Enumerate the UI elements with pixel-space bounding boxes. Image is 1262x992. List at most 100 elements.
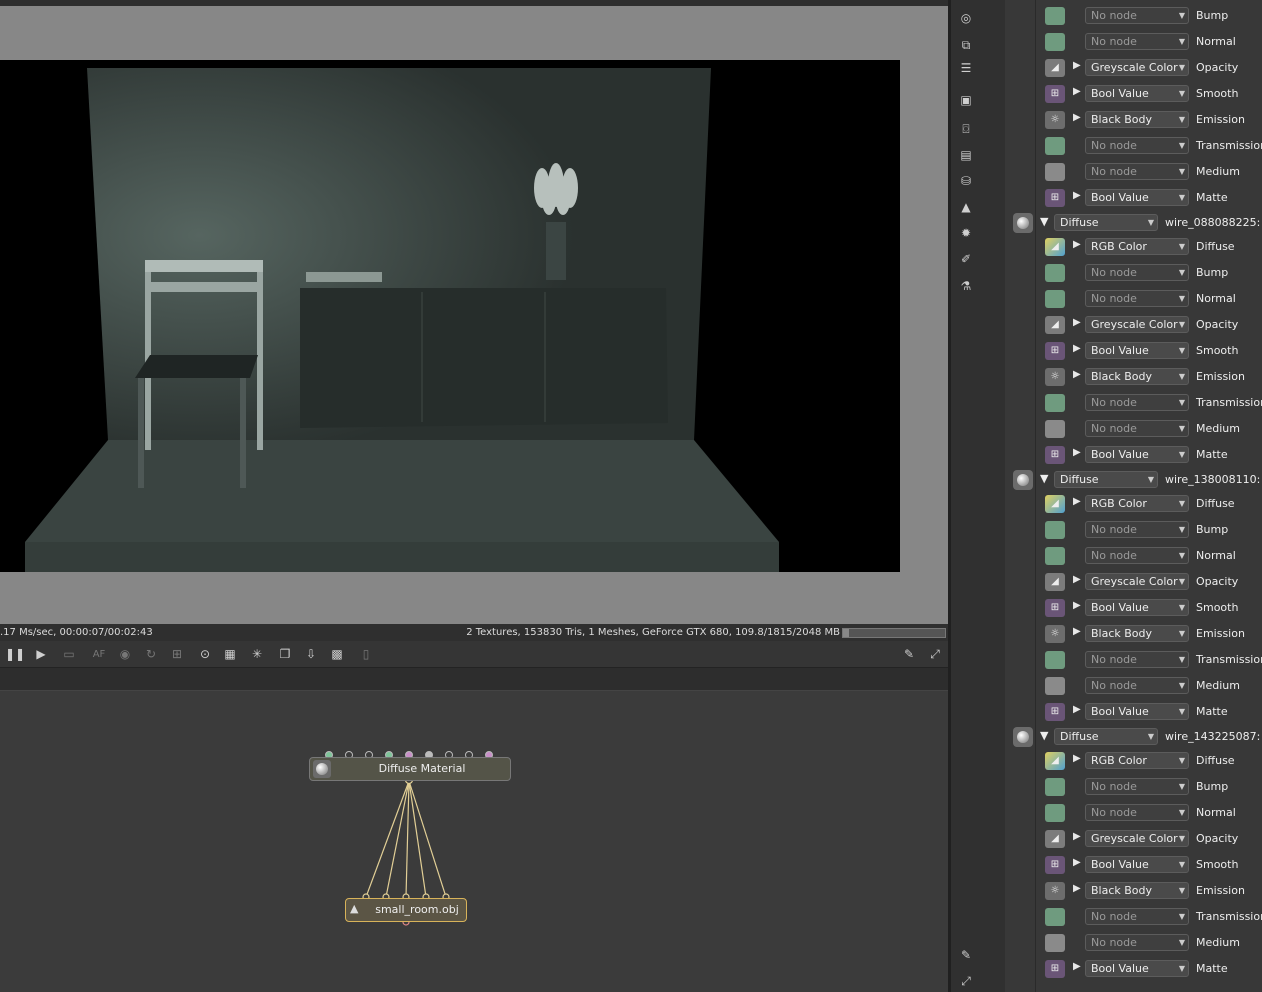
node-type-dropdown[interactable]: Bool Value ▼ [1085,703,1189,720]
collapse-triangle-icon[interactable]: ▼ [1040,472,1048,485]
bool-icon[interactable]: ⊞ [1045,703,1065,721]
expand-arrow-icon[interactable]: ▶ [1073,600,1085,614]
node-type-dropdown[interactable]: No node ▼ [1085,137,1189,154]
pause-icon[interactable]: ❚❚ [5,645,25,663]
node-type-dropdown[interactable]: Greyscale Color ▼ [1085,573,1189,590]
node-type-dropdown[interactable]: Bool Value ▼ [1085,856,1189,873]
wrench-icon[interactable]: ✎ [900,645,918,663]
rgb-icon[interactable]: ◢ [1045,495,1065,513]
node-type-dropdown[interactable]: No node ▼ [1085,394,1189,411]
expand-arrow-icon[interactable]: ▶ [1073,753,1085,767]
brush-icon[interactable]: ✐ [957,250,975,268]
node-type-dropdown[interactable]: No node ▼ [1085,521,1189,538]
color-icon[interactable]: ◉ [116,645,134,663]
blackbody-icon[interactable]: ☼ [1045,882,1065,900]
blackbody-icon[interactable]: ☼ [1045,368,1065,386]
material-type-dropdown[interactable]: Diffuse ▼ [1054,471,1158,488]
node-type-dropdown[interactable]: No node ▼ [1085,290,1189,307]
expand-arrow-icon[interactable]: ▶ [1073,60,1085,74]
node-type-dropdown[interactable]: No node ▼ [1085,908,1189,925]
node-type-dropdown[interactable]: No node ▼ [1085,778,1189,795]
expand-arrow-icon[interactable]: ▶ [1073,112,1085,126]
list-icon[interactable]: ☰ [957,59,975,77]
socket-swatch[interactable] [1045,804,1065,822]
node-type-dropdown[interactable]: No node ▼ [1085,264,1189,281]
node-type-dropdown[interactable]: Bool Value ▼ [1085,85,1189,102]
refresh-icon[interactable]: ↻ [142,645,160,663]
camera-lens-icon[interactable]: ◎ [957,9,975,27]
fullscreen-icon[interactable]: ⤢ [926,645,944,663]
camera-icon[interactable]: ⌼ [957,120,975,138]
region-icon[interactable]: ⊞ [168,645,186,663]
node-type-dropdown[interactable]: No node ▼ [1085,547,1189,564]
diffuse-material-node[interactable]: Diffuse Material [309,757,511,781]
material-header[interactable]: ▼ Diffuse ▼ wire_138008110: D [1013,467,1262,493]
material-icon[interactable]: ⚗ [957,277,975,295]
socket-swatch[interactable] [1045,778,1065,796]
node-graph-canvas[interactable]: Diffuse Material ▲ small_room.obj [0,691,948,992]
blackbody-icon[interactable]: ☼ [1045,625,1065,643]
strip-icon[interactable]: ▤ [957,146,975,164]
collapse-triangle-icon[interactable]: ▼ [1040,729,1048,742]
bool-icon[interactable]: ⊞ [1045,189,1065,207]
node-type-dropdown[interactable]: No node ▼ [1085,651,1189,668]
material-header[interactable]: ▼ Diffuse ▼ wire_088088225: D [1013,210,1262,236]
monitor-icon[interactable]: ▭ [60,645,78,663]
node-type-dropdown[interactable]: RGB Color ▼ [1085,752,1189,769]
copy-icon[interactable]: ❐ [276,645,294,663]
node-type-dropdown[interactable]: Greyscale Color ▼ [1085,830,1189,847]
lock-icon[interactable]: ▯ [357,645,375,663]
rgb-icon[interactable]: ◢ [1045,238,1065,256]
bool-icon[interactable]: ⊞ [1045,446,1065,464]
node-type-dropdown[interactable]: Bool Value ▼ [1085,599,1189,616]
picture-icon[interactable]: ▲ [957,198,975,216]
greyscale-icon[interactable]: ◢ [1045,573,1065,591]
socket-swatch[interactable] [1045,677,1065,695]
bool-icon[interactable]: ⊞ [1045,85,1065,103]
wrench-icon[interactable]: ✎ [957,946,975,964]
socket-swatch[interactable] [1045,547,1065,565]
node-type-dropdown[interactable]: Black Body ▼ [1085,368,1189,385]
expand-arrow-icon[interactable]: ▶ [1073,961,1085,975]
spark-icon[interactable]: ✳ [248,645,266,663]
expand-arrow-icon[interactable]: ▶ [1073,496,1085,510]
greyscale-icon[interactable]: ◢ [1045,316,1065,334]
socket-swatch[interactable] [1045,521,1065,539]
render-viewport[interactable] [0,6,948,624]
layers-icon[interactable]: ⧉ [957,36,975,54]
zoom-lens-icon[interactable]: ⊙ [196,645,214,663]
expand-arrow-icon[interactable]: ▶ [1073,86,1085,100]
node-type-dropdown[interactable]: Greyscale Color ▼ [1085,316,1189,333]
bool-icon[interactable]: ⊞ [1045,960,1065,978]
expand-arrow-icon[interactable]: ▶ [1073,190,1085,204]
node-type-dropdown[interactable]: Black Body ▼ [1085,625,1189,642]
database-icon[interactable]: ⛁ [957,172,975,190]
expand-arrow-icon[interactable]: ▶ [1073,704,1085,718]
collapse-triangle-icon[interactable]: ▼ [1040,215,1048,228]
material-type-dropdown[interactable]: Diffuse ▼ [1054,728,1158,745]
greyscale-icon[interactable]: ◢ [1045,830,1065,848]
node-type-dropdown[interactable]: No node ▼ [1085,163,1189,180]
socket-swatch[interactable] [1045,394,1065,412]
expand-arrow-icon[interactable]: ▶ [1073,343,1085,357]
expand-arrow-icon[interactable]: ▶ [1073,883,1085,897]
socket-swatch[interactable] [1045,934,1065,952]
socket-swatch[interactable] [1045,651,1065,669]
node-type-dropdown[interactable]: No node ▼ [1085,677,1189,694]
af-icon[interactable]: AF [90,645,108,663]
expand-arrow-icon[interactable]: ▶ [1073,317,1085,331]
node-type-dropdown[interactable]: Greyscale Color ▼ [1085,59,1189,76]
frame-icon[interactable]: ▦ [221,645,239,663]
mesh-node[interactable]: ▲ small_room.obj [345,898,467,922]
socket-swatch[interactable] [1045,7,1065,25]
node-type-dropdown[interactable]: Bool Value ▼ [1085,342,1189,359]
sun-icon[interactable]: ✹ [957,224,975,242]
expand-arrow-icon[interactable]: ▶ [1073,369,1085,383]
node-type-dropdown[interactable]: Bool Value ▼ [1085,189,1189,206]
node-type-dropdown[interactable]: Black Body ▼ [1085,111,1189,128]
node-type-dropdown[interactable]: RGB Color ▼ [1085,238,1189,255]
fullscreen-icon[interactable]: ⤢ [957,972,975,990]
node-type-dropdown[interactable]: No node ▼ [1085,934,1189,951]
socket-swatch[interactable] [1045,264,1065,282]
node-type-dropdown[interactable]: Black Body ▼ [1085,882,1189,899]
